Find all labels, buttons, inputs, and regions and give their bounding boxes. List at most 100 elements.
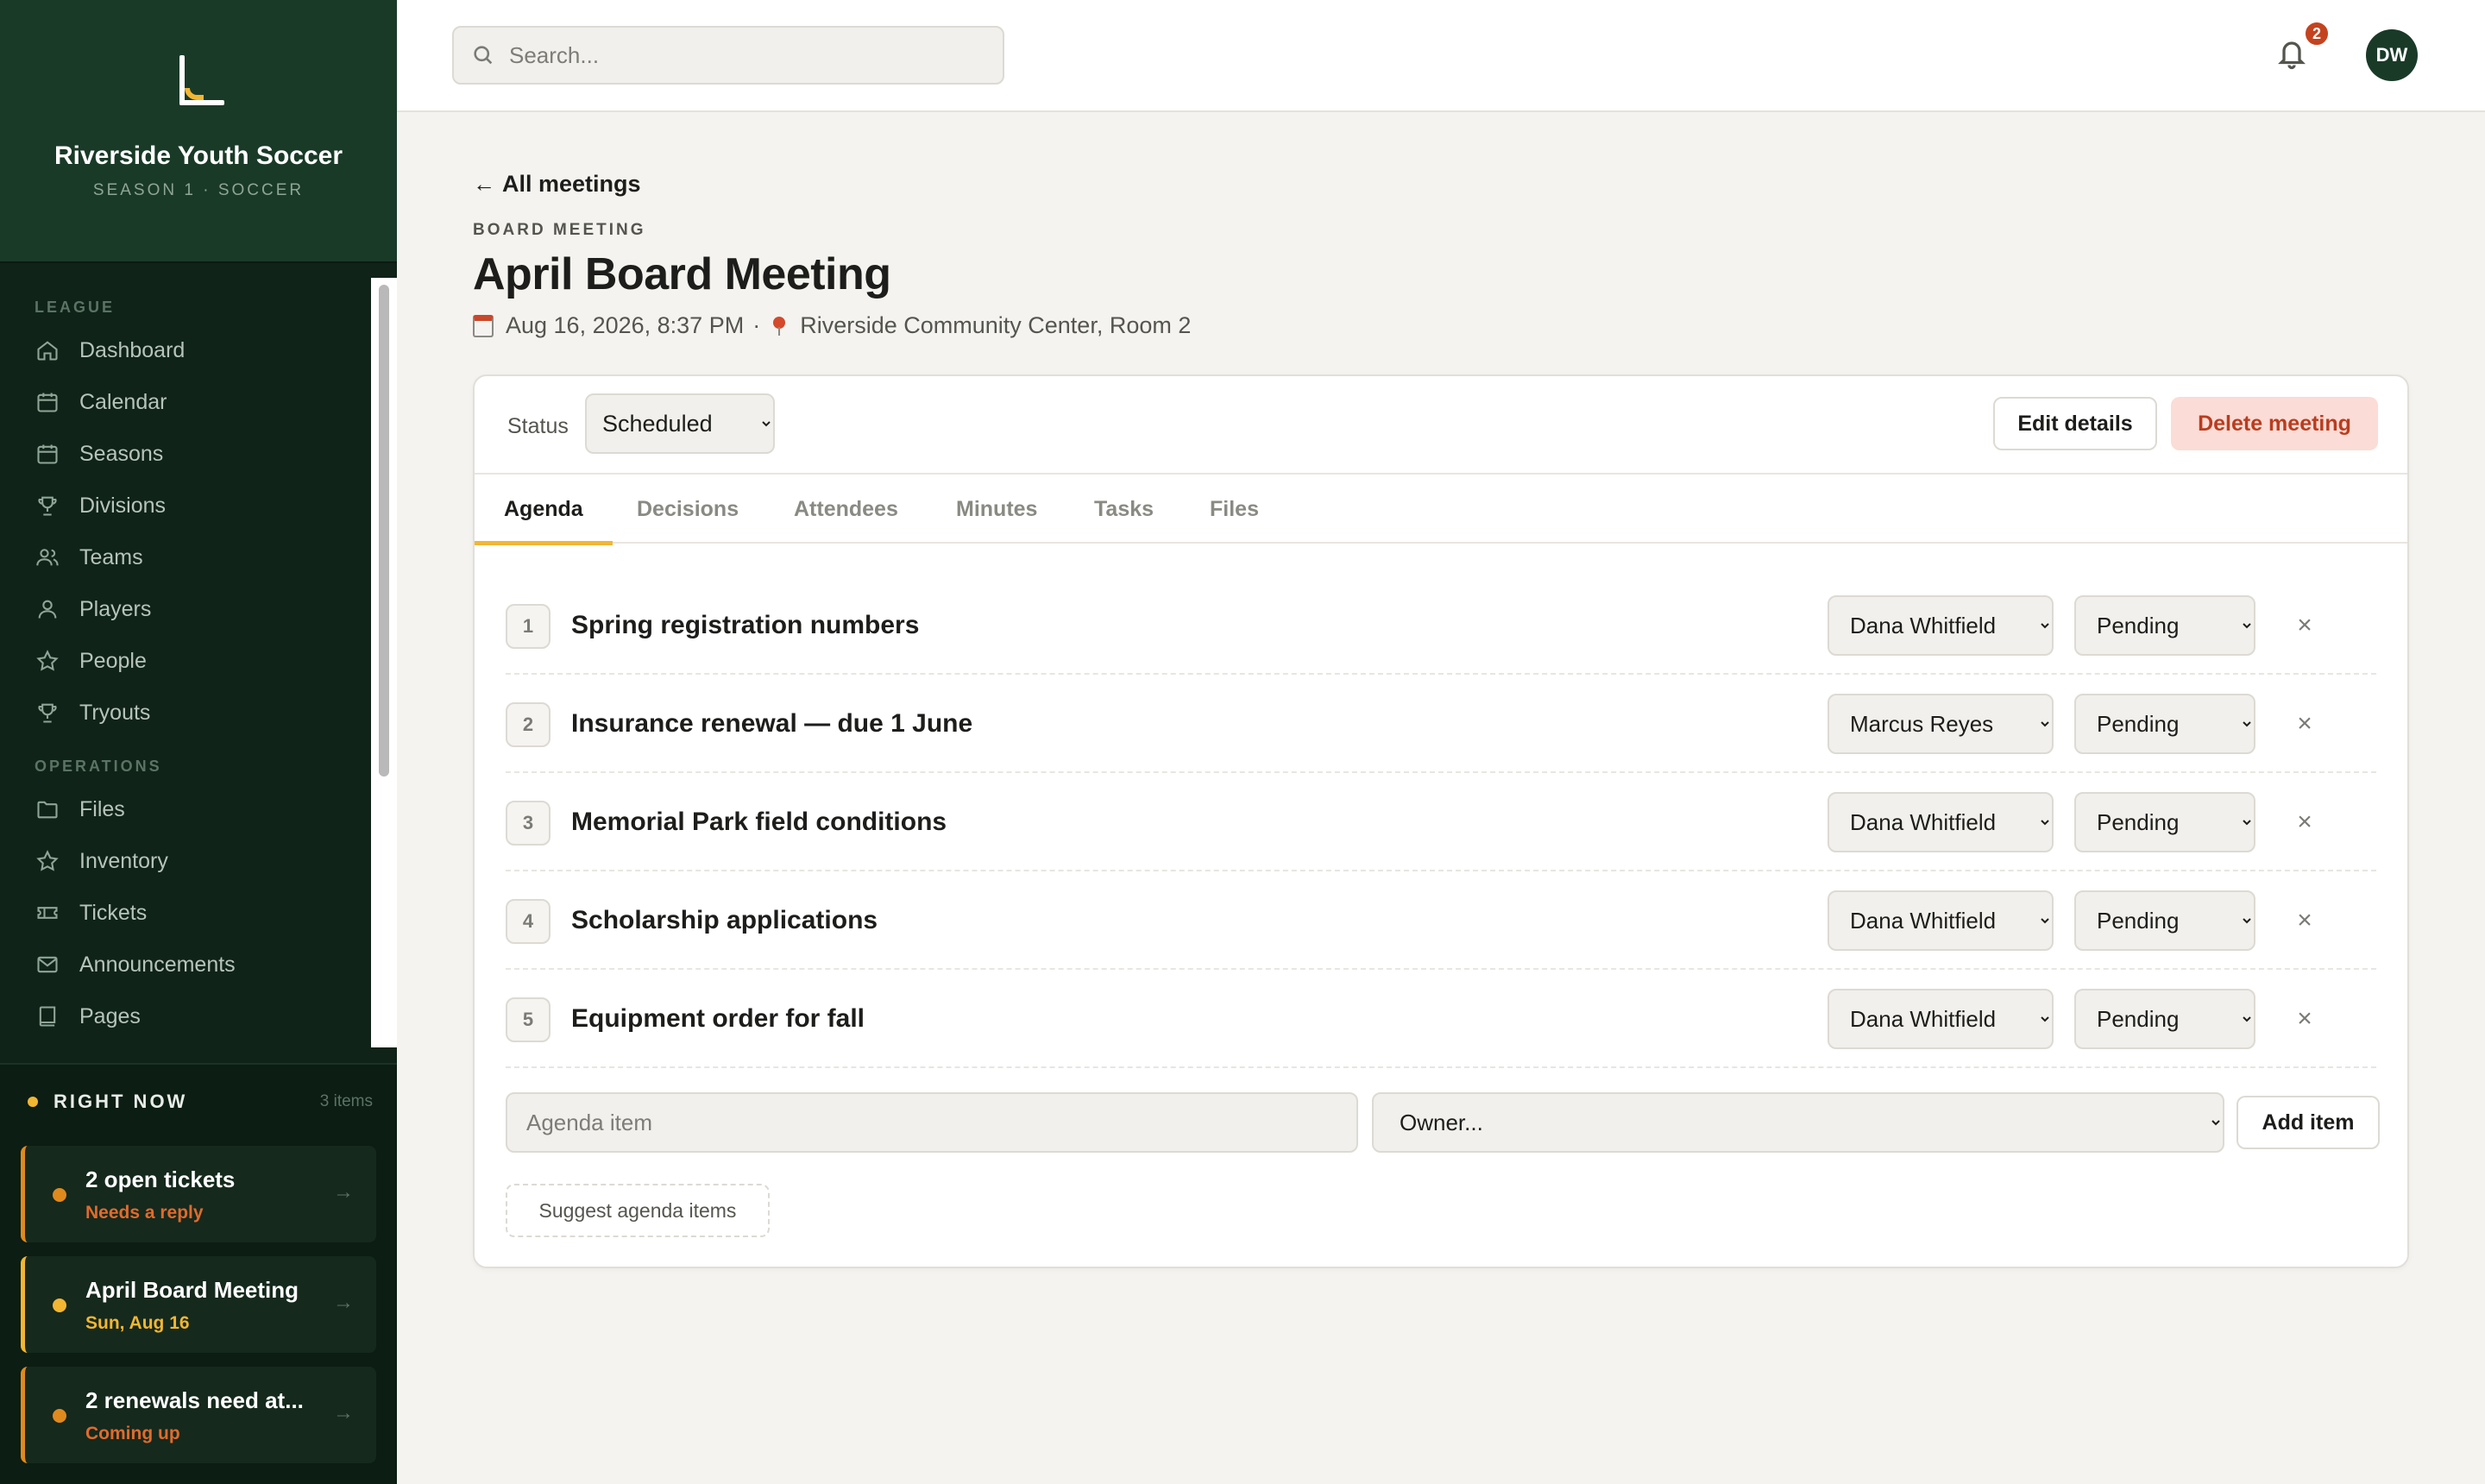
sidebar-item-tryouts[interactable]: Tryouts (35, 692, 362, 733)
agenda-status-select[interactable]: Pending (2074, 792, 2255, 852)
sidebar-item-dashboard[interactable]: Dashboard (35, 330, 362, 371)
right-now-count: 3 items (319, 1092, 373, 1110)
star-icon (35, 648, 60, 674)
remove-item-icon[interactable]: × (2283, 604, 2326, 647)
tab-decisions[interactable]: Decisions (637, 475, 739, 544)
meeting-datetime: Aug 16, 2026, 8:37 PM (506, 312, 745, 338)
nav-section-operations: OPERATIONS (35, 758, 162, 775)
bell-icon (2278, 41, 2306, 70)
sidebar-item-label: Tickets (79, 900, 148, 925)
right-now-card-tickets[interactable]: 2 open tickets Needs a reply → (21, 1146, 376, 1242)
agenda-item-input[interactable] (506, 1092, 1358, 1153)
agenda-number: 4 (506, 899, 550, 944)
right-now-card-renewals[interactable]: 2 renewals need at... Coming up → (21, 1367, 376, 1463)
edit-details-button[interactable]: Edit details (1993, 397, 2157, 450)
right-now-card-title: April Board Meeting (85, 1277, 299, 1303)
agenda-status-select[interactable]: Pending (2074, 694, 2255, 754)
arrow-right-icon: → (333, 1291, 354, 1314)
right-now-title: RIGHT NOW (53, 1091, 188, 1112)
arrow-right-icon: → (333, 1401, 354, 1424)
delete-meeting-button[interactable]: Delete meeting (2171, 397, 2378, 450)
sidebar-scrollbar-thumb[interactable] (379, 285, 389, 777)
right-now-header: RIGHT NOW 3 items (28, 1091, 373, 1113)
sidebar-item-label: Tryouts (79, 700, 151, 725)
meeting-panel: Status Scheduled Edit details Delete mee… (473, 374, 2409, 1268)
users-icon (35, 544, 60, 570)
tab-agenda[interactable]: Agenda (475, 475, 613, 545)
tab-attendees[interactable]: Attendees (794, 475, 898, 544)
page-title: April Board Meeting (473, 249, 891, 299)
agenda-owner-select[interactable]: Dana Whitfield (1828, 792, 2054, 852)
agenda-status-select[interactable]: Pending (2074, 989, 2255, 1049)
right-now-panel: RIGHT NOW 3 items 2 open tickets Needs a… (0, 1063, 397, 1484)
tab-files[interactable]: Files (1210, 475, 1259, 544)
sidebar-item-label: Calendar (79, 389, 167, 414)
agenda-title[interactable]: Spring registration numbers (571, 611, 919, 640)
back-to-meetings-link[interactable]: ← All meetings (473, 171, 641, 198)
star-icon (35, 848, 60, 874)
calendar-icon (35, 389, 60, 415)
status-label: Status (507, 414, 569, 438)
agenda-row: 4 Scholarship applications Dana Whitfiel… (506, 871, 2376, 970)
agenda-number: 5 (506, 997, 550, 1042)
sidebar-item-divisions[interactable]: Divisions (35, 485, 362, 526)
agenda-title[interactable]: Memorial Park field conditions (571, 808, 947, 837)
search-box[interactable] (452, 26, 1004, 85)
remove-item-icon[interactable]: × (2283, 997, 2326, 1041)
agenda-title[interactable]: Insurance renewal — due 1 June (571, 709, 972, 739)
right-now-card-meeting[interactable]: April Board Meeting Sun, Aug 16 → (21, 1256, 376, 1353)
sidebar-item-label: Announcements (79, 952, 236, 977)
meeting-meta: Aug 16, 2026, 8:37 PM · Riverside Commun… (473, 312, 1191, 339)
sidebar-item-label: Dashboard (79, 337, 186, 362)
agenda-title[interactable]: Scholarship applications (571, 906, 878, 935)
agenda-status-select[interactable]: Pending (2074, 595, 2255, 656)
nav-section-league: LEAGUE (35, 299, 116, 316)
agenda-row: 5 Equipment order for fall Dana Whitfiel… (506, 970, 2376, 1068)
sidebar-item-tickets[interactable]: Tickets (35, 892, 362, 934)
brand-header: Riverside Youth Soccer SEASON 1 · SOCCER (0, 0, 397, 263)
alert-dot-icon (53, 1298, 66, 1312)
agenda-owner-select[interactable]: Dana Whitfield (1828, 595, 2054, 656)
sidebar-item-files[interactable]: Files (35, 789, 362, 830)
agenda-owner-select[interactable]: Marcus Reyes (1828, 694, 2054, 754)
sidebar-item-players[interactable]: Players (35, 588, 362, 630)
search-input[interactable] (509, 41, 992, 69)
topbar: 2 DW (397, 0, 2485, 112)
right-now-card-title: 2 renewals need at... (85, 1387, 304, 1413)
tab-tasks[interactable]: Tasks (1094, 475, 1154, 544)
suggest-agenda-button[interactable]: Suggest agenda items (506, 1184, 770, 1237)
sidebar-item-inventory[interactable]: Inventory (35, 840, 362, 882)
tab-minutes[interactable]: Minutes (956, 475, 1037, 544)
sidebar-item-seasons[interactable]: Seasons (35, 433, 362, 475)
remove-item-icon[interactable]: × (2283, 899, 2326, 942)
agenda-owner-select[interactable]: Dana Whitfield (1828, 890, 2054, 951)
add-item-button[interactable]: Add item (2236, 1096, 2380, 1149)
sidebar-item-announcements[interactable]: Announcements (35, 944, 362, 985)
remove-item-icon[interactable]: × (2283, 702, 2326, 745)
sidebar-item-label: Seasons (79, 441, 164, 466)
league-subtitle: SEASON 1 · SOCCER (92, 181, 305, 199)
sidebar-item-label: Players (79, 596, 152, 621)
agenda-title[interactable]: Equipment order for fall (571, 1004, 865, 1034)
book-icon (35, 1003, 60, 1029)
sidebar: Riverside Youth Soccer SEASON 1 · SOCCER… (0, 0, 397, 1484)
meta-separator: · (752, 312, 761, 338)
remove-item-icon[interactable]: × (2283, 801, 2326, 844)
sidebar-item-teams[interactable]: Teams (35, 537, 362, 578)
sidebar-item-calendar[interactable]: Calendar (35, 381, 362, 423)
trophy-icon (35, 700, 60, 726)
agenda-status-select[interactable]: Pending (2074, 890, 2255, 951)
agenda-row: 2 Insurance renewal — due 1 June Marcus … (506, 675, 2376, 773)
location-pin-icon (772, 316, 786, 336)
sidebar-item-people[interactable]: People (35, 640, 362, 682)
user-avatar[interactable]: DW (2366, 29, 2418, 81)
agenda-owner-picker[interactable]: Owner... (1372, 1092, 2224, 1153)
back-link-label: All meetings (502, 171, 641, 197)
search-icon (474, 46, 493, 65)
meeting-location: Riverside Community Center, Room 2 (800, 312, 1192, 338)
sidebar-item-label: Inventory (79, 848, 168, 873)
sidebar-item-pages[interactable]: Pages (35, 996, 362, 1037)
status-select[interactable]: Scheduled (585, 393, 775, 454)
home-icon (35, 337, 60, 363)
agenda-owner-select[interactable]: Dana Whitfield (1828, 989, 2054, 1049)
